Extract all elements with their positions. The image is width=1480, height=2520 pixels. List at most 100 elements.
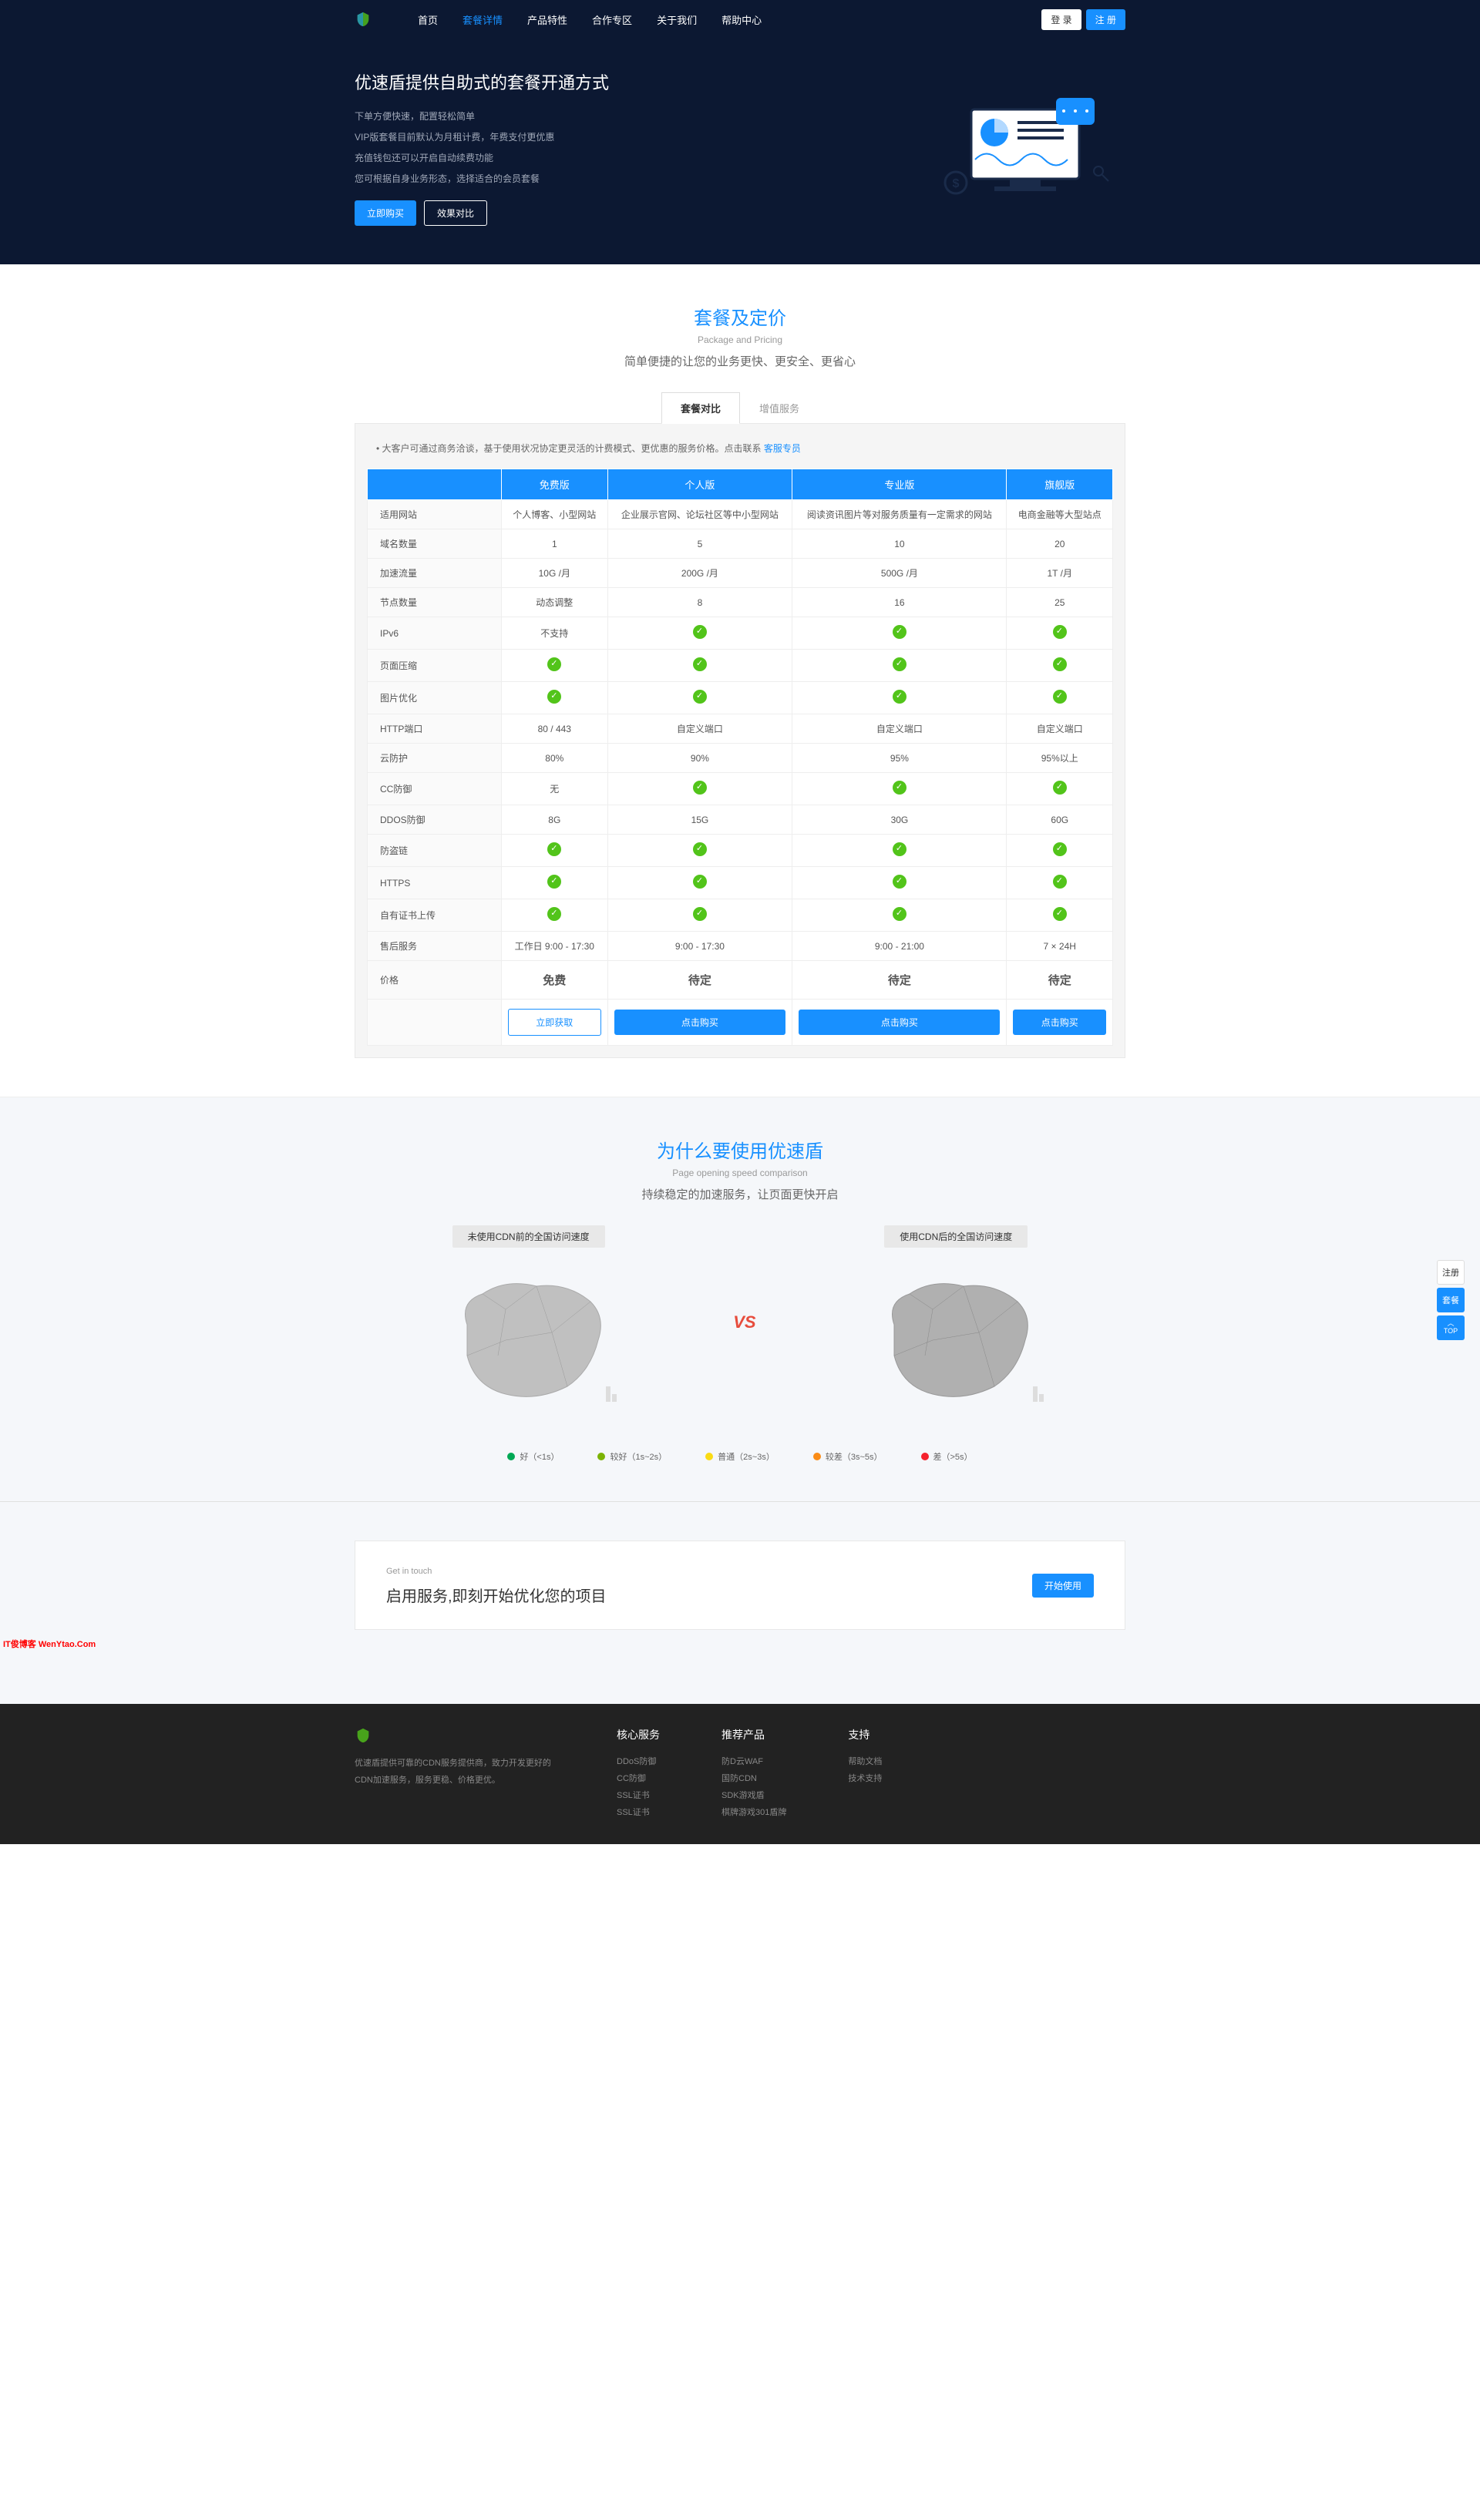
why-subtitle: Page opening speed comparison (355, 1168, 1125, 1178)
row-label: 售后服务 (368, 932, 502, 961)
cell (792, 617, 1007, 650)
check-icon (693, 625, 707, 639)
nav-packages[interactable]: 套餐详情 (462, 12, 503, 27)
plan-ultimate: 旗舰版 (1007, 469, 1113, 500)
plan-pro: 专业版 (792, 469, 1007, 500)
cell (607, 867, 792, 899)
nav-partners[interactable]: 合作专区 (592, 12, 632, 27)
start-button[interactable]: 开始使用 (1032, 1574, 1094, 1598)
row-label: 页面压缩 (368, 650, 502, 682)
cell: 90% (607, 744, 792, 773)
check-icon (693, 842, 707, 856)
table-row: 页面压缩 (368, 650, 1113, 682)
cell: 自定义端口 (1007, 714, 1113, 744)
check-icon (547, 690, 561, 704)
register-button[interactable]: 注 册 (1086, 9, 1125, 30)
cell: 1 (502, 529, 607, 559)
row-label: 节点数量 (368, 588, 502, 617)
footer-link[interactable]: SSL证书 (617, 1804, 660, 1821)
check-icon (893, 657, 906, 671)
cell: 5 (607, 529, 792, 559)
tab-compare[interactable]: 套餐对比 (661, 392, 740, 424)
check-icon (893, 842, 906, 856)
legend-color-icon (597, 1453, 605, 1460)
nav-home[interactable]: 首页 (418, 12, 438, 27)
check-icon (547, 907, 561, 921)
cell (607, 650, 792, 682)
cta-section: Get in touch 启用服务,即刻开始优化您的项目 开始使用 IT俊博客 … (0, 1501, 1480, 1704)
buy-now-button[interactable]: 立即购买 (355, 200, 416, 226)
buy-button[interactable]: 点击购买 (614, 1010, 786, 1035)
legend-item: 较好（1s~2s） (597, 1450, 667, 1463)
cell (607, 835, 792, 867)
cell (792, 682, 1007, 714)
check-icon (893, 781, 906, 795)
contact-link[interactable]: 客服专员 (764, 443, 801, 454)
check-icon (1053, 625, 1067, 639)
cell: 9:00 - 21:00 (792, 932, 1007, 961)
footer-link[interactable]: 棋牌游戏301盾牌 (722, 1804, 786, 1821)
footer: 优速盾提供可靠的CDN服务提供商，致力开发更好的CDN加速服务，服务更稳、价格更… (0, 1704, 1480, 1844)
row-label: 自有证书上传 (368, 899, 502, 932)
check-icon (547, 842, 561, 856)
check-icon (893, 907, 906, 921)
cell: 10G /月 (502, 559, 607, 588)
cell: 80 / 443 (502, 714, 607, 744)
compare-button[interactable]: 效果对比 (424, 200, 487, 226)
legend-label: 普通（2s~3s） (718, 1450, 775, 1463)
china-map-icon (429, 1263, 629, 1417)
tab-addon[interactable]: 增值服务 (740, 392, 819, 424)
table-row: HTTP端口80 / 443自定义端口自定义端口自定义端口 (368, 714, 1113, 744)
check-icon (693, 657, 707, 671)
login-button[interactable]: 登 录 (1041, 9, 1081, 30)
button-row: 立即获取点击购买点击购买点击购买 (368, 1000, 1113, 1046)
check-icon (1053, 907, 1067, 921)
legend-color-icon (507, 1453, 515, 1460)
table-row: DDOS防御8G15G30G60G (368, 805, 1113, 835)
float-package[interactable]: 套餐 (1437, 1288, 1465, 1312)
legend-item: 差（>5s） (921, 1450, 973, 1463)
table-row: 自有证书上传 (368, 899, 1113, 932)
cell: 阅读资讯图片等对服务质量有一定需求的网站 (792, 500, 1007, 529)
footer-link[interactable]: 防D云WAF (722, 1753, 786, 1770)
cell: 20 (1007, 529, 1113, 559)
check-icon (547, 875, 561, 889)
cell: 企业展示官网、论坛社区等中小型网站 (607, 500, 792, 529)
cell (502, 682, 607, 714)
footer-column: 核心服务DDoS防御CC防御SSL证书SSL证书 (617, 1727, 660, 1821)
footer-link[interactable]: 技术支持 (848, 1770, 882, 1787)
price-cell: 待定 (1007, 961, 1113, 1000)
check-icon (1053, 875, 1067, 889)
nav-about[interactable]: 关于我们 (657, 12, 697, 27)
get-free-button[interactable]: 立即获取 (508, 1009, 600, 1036)
buy-button[interactable]: 点击购买 (1013, 1010, 1106, 1035)
footer-column: 支持帮助文档技术支持 (848, 1727, 882, 1821)
logo[interactable] (355, 11, 372, 28)
cell (1007, 617, 1113, 650)
footer-link[interactable]: DDoS防御 (617, 1753, 660, 1770)
row-label: HTTP端口 (368, 714, 502, 744)
nav-help[interactable]: 帮助中心 (722, 12, 762, 27)
legend-item: 较差（3s~5s） (813, 1450, 883, 1463)
footer-link[interactable]: CC防御 (617, 1770, 660, 1787)
cell: 16 (792, 588, 1007, 617)
hero-line: 下单方便快速，配置轻松简单 (355, 109, 609, 123)
footer-link[interactable]: SDK游戏盾 (722, 1787, 786, 1804)
cell: 9:00 - 17:30 (607, 932, 792, 961)
cell: 80% (502, 744, 607, 773)
cell (607, 682, 792, 714)
footer-link[interactable]: 帮助文档 (848, 1753, 882, 1770)
float-top[interactable]: ︿TOP (1437, 1315, 1465, 1340)
check-icon (693, 907, 707, 921)
buy-button[interactable]: 点击购买 (799, 1010, 1000, 1035)
footer-link[interactable]: 国防CDN (722, 1770, 786, 1787)
cell: 95%以上 (1007, 744, 1113, 773)
price-cell: 待定 (792, 961, 1007, 1000)
footer-link[interactable]: SSL证书 (617, 1787, 660, 1804)
cell (502, 835, 607, 867)
cell: 电商金融等大型站点 (1007, 500, 1113, 529)
table-row: 售后服务工作日 9:00 - 17:309:00 - 17:309:00 - 2… (368, 932, 1113, 961)
nav-features[interactable]: 产品特性 (527, 12, 567, 27)
pricing-table: 免费版 个人版 专业版 旗舰版 适用网站个人博客、小型网站企业展示官网、论坛社区… (367, 469, 1113, 1046)
float-register[interactable]: 注册 (1437, 1260, 1465, 1285)
